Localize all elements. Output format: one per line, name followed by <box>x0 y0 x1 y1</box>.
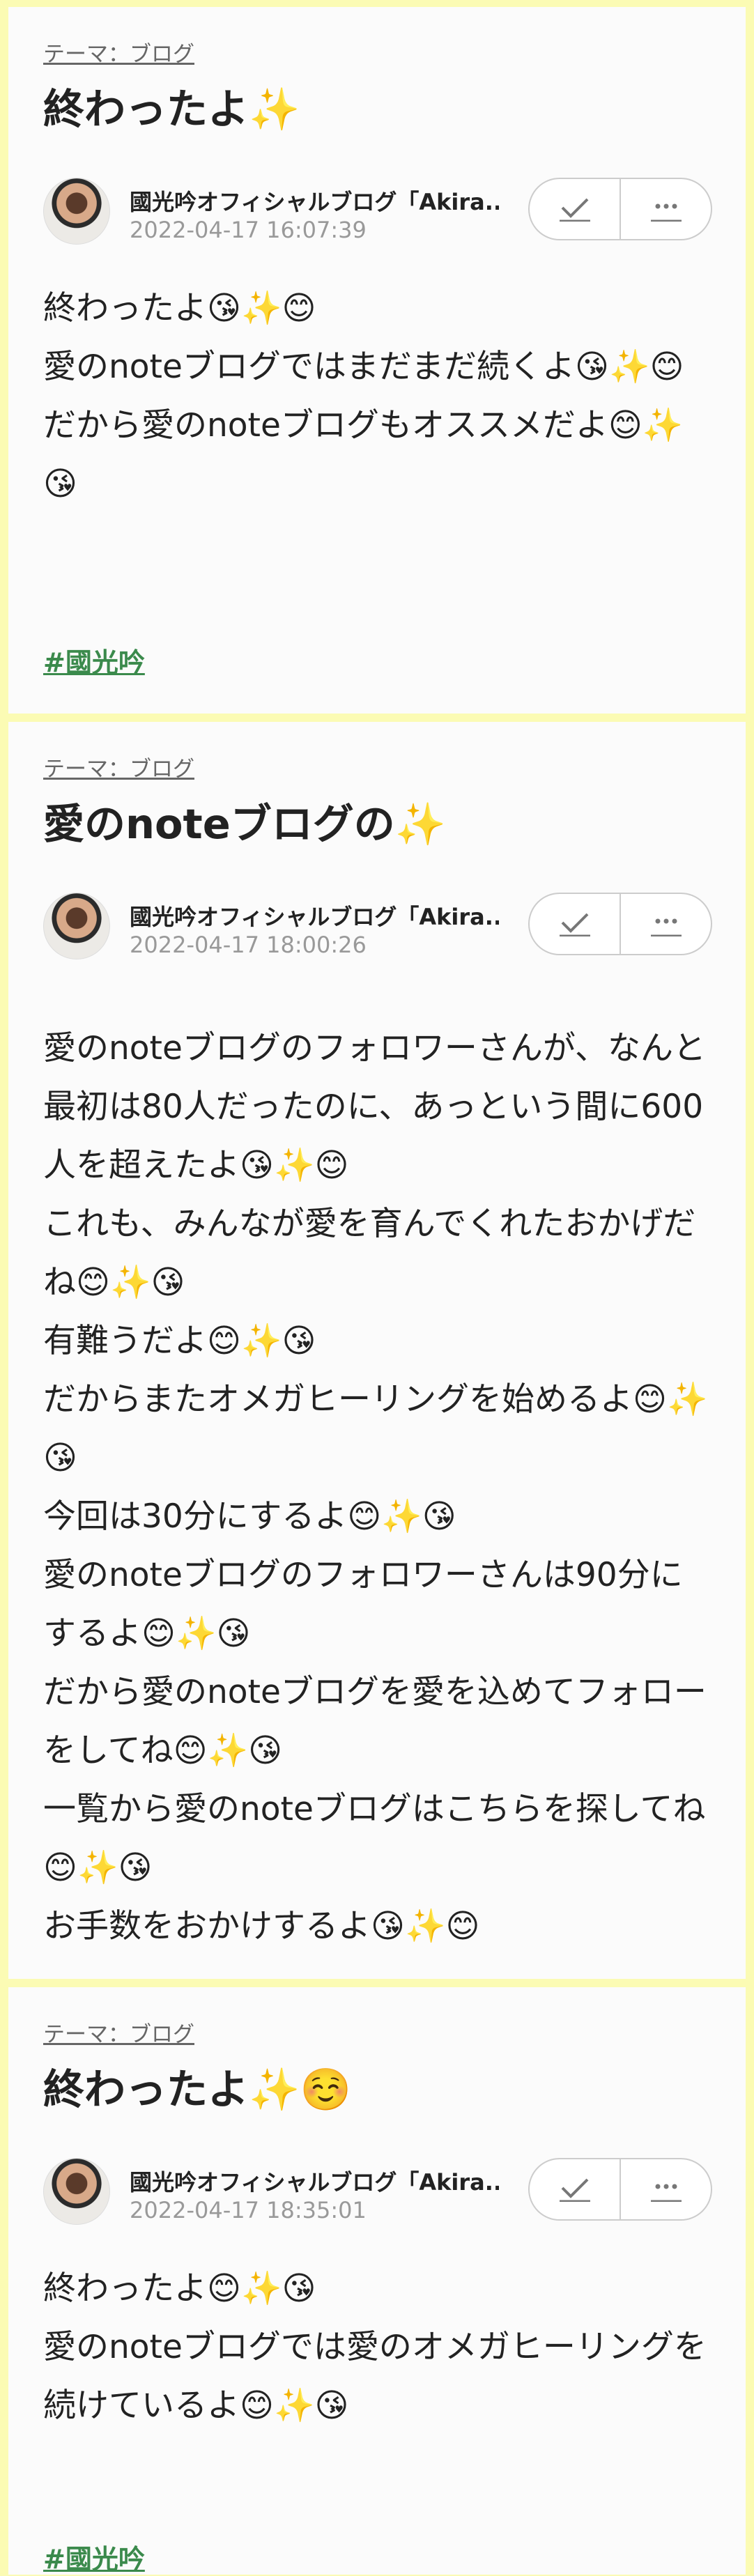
post-line: 有難うだよ😊✨😘 <box>43 1322 316 1360</box>
post-body: 終わったよ😘✨😊 愛のnoteブログではまだまだ続くよ😘✨😊 だから愛のnote… <box>43 279 711 514</box>
post-line: だから愛のnoteブログを愛を込めてフォローをしてね😊✨😘 <box>43 1673 707 1770</box>
check-button[interactable] <box>530 179 620 239</box>
post-actions <box>528 178 712 240</box>
author-avatar[interactable] <box>43 893 110 959</box>
blog-post-card: テーマ：ブログ 終わったよ✨ 國光吟オフィシャルブログ「Akira... 202… <box>8 7 746 714</box>
author-name[interactable]: 國光吟オフィシャルブログ「Akira... <box>130 900 499 932</box>
more-icon <box>650 2184 682 2202</box>
check-button[interactable] <box>530 2159 620 2219</box>
blog-post-card: テーマ：ブログ 終わったよ✨☺️ 國光吟オフィシャルブログ「Akira... 2… <box>8 1987 746 2575</box>
post-title[interactable]: 終わったよ✨ <box>43 82 711 137</box>
post-meta: 國光吟オフィシャルブログ「Akira... 2022-04-17 16:07:3… <box>43 178 712 249</box>
check-button[interactable] <box>530 894 620 954</box>
check-icon <box>559 198 590 222</box>
author-avatar[interactable] <box>43 2158 110 2225</box>
author-avatar[interactable] <box>43 178 110 245</box>
more-icon <box>650 203 682 222</box>
more-button[interactable] <box>620 179 711 239</box>
post-title[interactable]: 終わったよ✨☺️ <box>43 2062 711 2118</box>
post-line: 今回は30分にするよ😊✨😘 <box>43 1497 456 1536</box>
check-icon <box>559 2178 590 2202</box>
post-line: 愛のnoteブログのフォロワーさんが、なんと最初は80人だったのに、あっという間… <box>43 1029 706 1185</box>
author-name[interactable]: 國光吟オフィシャルブログ「Akira... <box>130 2165 499 2197</box>
post-meta: 國光吟オフィシャルブログ「Akira... 2022-04-17 18:00:2… <box>43 893 712 964</box>
post-line: 終わったよ😘✨😊 <box>43 289 316 327</box>
post-line: お手数をおかけするよ😘✨😊 <box>43 1907 480 1945</box>
post-body: 愛のnoteブログのフォロワーさんが、なんと最初は80人だったのに、あっという間… <box>43 1019 711 1956</box>
post-line: 愛のnoteブログのフォロワーさんは90分にするよ😊✨😘 <box>43 1556 683 1653</box>
post-line: だから愛のnoteブログもオススメだよ😊✨😘 <box>43 406 684 503</box>
post-actions <box>528 2158 712 2221</box>
post-line: 愛のnoteブログでは愛のオメガヒーリングを続けているよ😊✨😘 <box>43 2328 707 2425</box>
post-date: 2022-04-17 18:00:26 <box>130 932 367 958</box>
post-actions <box>528 893 712 955</box>
post-line: 終わったよ😊✨😘 <box>43 2269 316 2308</box>
more-button[interactable] <box>620 2159 711 2219</box>
post-date: 2022-04-17 18:35:01 <box>130 2197 367 2223</box>
post-meta: 國光吟オフィシャルブログ「Akira... 2022-04-17 18:35:0… <box>43 2158 712 2229</box>
author-name[interactable]: 國光吟オフィシャルブログ「Akira... <box>130 185 499 217</box>
hashtag-link[interactable]: #國光吟 <box>43 641 145 679</box>
post-theme-link[interactable]: テーマ：ブログ <box>43 2016 194 2048</box>
hashtag-link[interactable]: #國光吟 <box>43 2538 145 2576</box>
blog-post-card: テーマ：ブログ 愛のnoteブログの✨ 國光吟オフィシャルブログ「Akira..… <box>8 722 746 1979</box>
post-line: 一覧から愛のnoteブログはこちらを探してね😊✨😘 <box>43 1790 706 1887</box>
post-line: これも、みんなが愛を育んでくれたおかげだね😊✨😘 <box>43 1205 696 1302</box>
more-icon <box>650 918 682 936</box>
post-line: 愛のnoteブログではまだまだ続くよ😘✨😊 <box>43 348 684 386</box>
post-theme-link[interactable]: テーマ：ブログ <box>43 36 194 68</box>
post-theme-link[interactable]: テーマ：ブログ <box>43 751 194 782</box>
post-title[interactable]: 愛のnoteブログの✨ <box>43 796 711 852</box>
check-icon <box>559 913 590 936</box>
post-line: だからまたオメガヒーリングを始めるよ😊✨😘 <box>43 1380 708 1477</box>
more-button[interactable] <box>620 894 711 954</box>
post-date: 2022-04-17 16:07:39 <box>130 217 367 243</box>
post-body: 終わったよ😊✨😘 愛のnoteブログでは愛のオメガヒーリングを続けているよ😊✨😘 <box>43 2260 711 2435</box>
